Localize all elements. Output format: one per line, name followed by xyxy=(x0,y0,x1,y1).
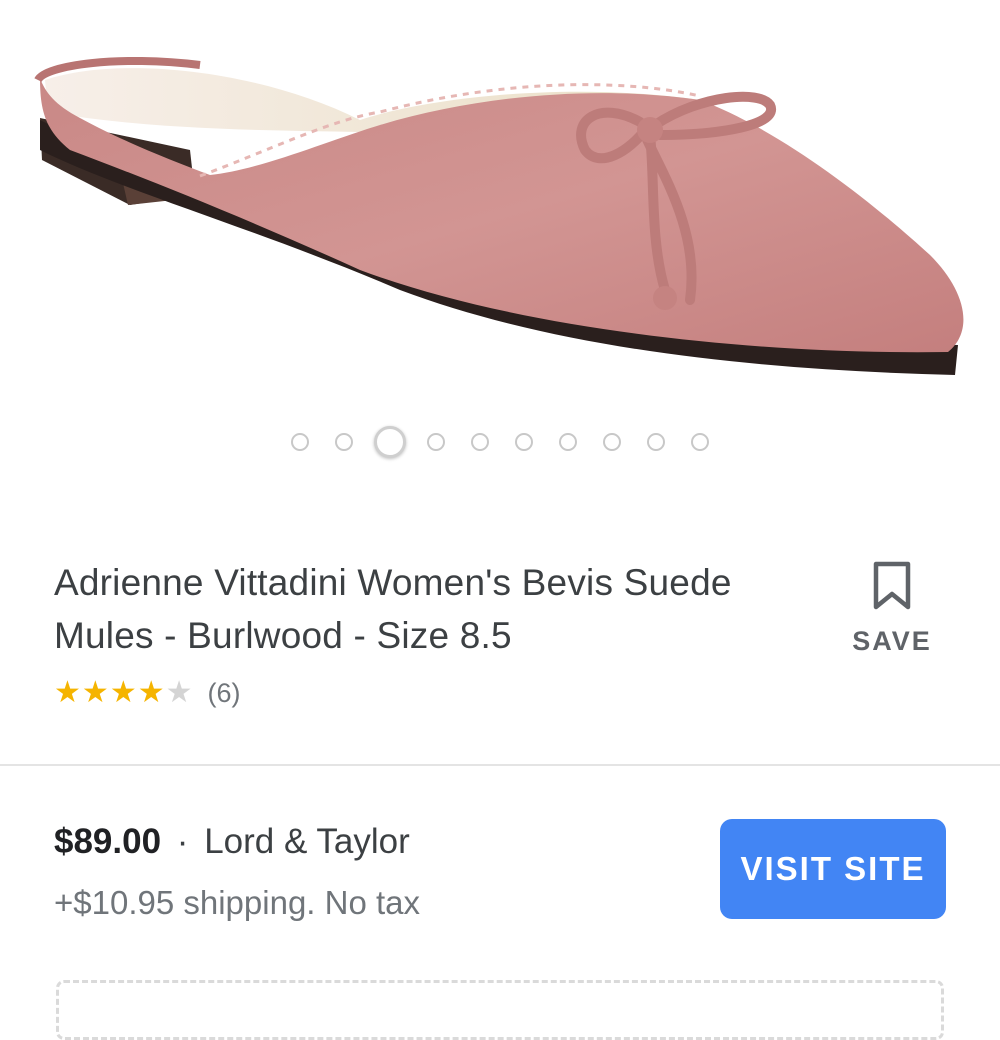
section-divider xyxy=(0,764,1000,766)
gallery-dot[interactable] xyxy=(471,433,489,451)
gallery-pagination xyxy=(0,422,1000,462)
gallery-dot[interactable] xyxy=(691,433,709,451)
product-rating[interactable]: ★ ★ ★ ★ ★ (6) xyxy=(54,676,241,710)
separator: · xyxy=(176,822,189,861)
visit-site-button[interactable]: VISIT SITE xyxy=(720,819,946,919)
gallery-dot[interactable] xyxy=(427,433,445,451)
gallery-dot[interactable] xyxy=(603,433,621,451)
gallery-dot-active[interactable] xyxy=(374,426,406,458)
dashed-placeholder-card xyxy=(56,980,944,1040)
product-image xyxy=(34,56,964,375)
price: $89.00 xyxy=(54,822,162,861)
review-count[interactable]: (6) xyxy=(208,678,241,709)
product-image-gallery[interactable] xyxy=(0,0,1000,480)
save-label: SAVE xyxy=(852,626,932,656)
gallery-dot[interactable] xyxy=(291,433,309,451)
rating-stars: ★ ★ ★ ★ ★ xyxy=(54,676,194,710)
star-icon: ★ xyxy=(54,676,81,709)
store-name[interactable]: Lord & Taylor xyxy=(204,822,410,861)
star-empty-icon: ★ xyxy=(165,676,193,709)
shipping-info: +$10.95 shipping. No tax xyxy=(54,884,421,921)
offer-price-store: $89.00 · Lord & Taylor xyxy=(54,822,410,862)
star-icon: ★ xyxy=(109,676,137,709)
star-icon: ★ xyxy=(81,676,109,709)
product-title-line-1: Adrienne Vittadini Women's Bevis Suede xyxy=(54,562,732,603)
product-title-line-2: Mules - Burlwood - Size 8.5 xyxy=(54,615,512,656)
gallery-dot[interactable] xyxy=(647,433,665,451)
save-button[interactable]: SAVE xyxy=(840,560,944,657)
gallery-dot[interactable] xyxy=(335,433,353,451)
star-icon: ★ xyxy=(137,676,165,709)
product-title: Adrienne Vittadini Women's Bevis Suede M… xyxy=(54,556,844,662)
bookmark-icon xyxy=(873,561,911,610)
gallery-dot[interactable] xyxy=(559,433,577,451)
gallery-dot[interactable] xyxy=(515,433,533,451)
